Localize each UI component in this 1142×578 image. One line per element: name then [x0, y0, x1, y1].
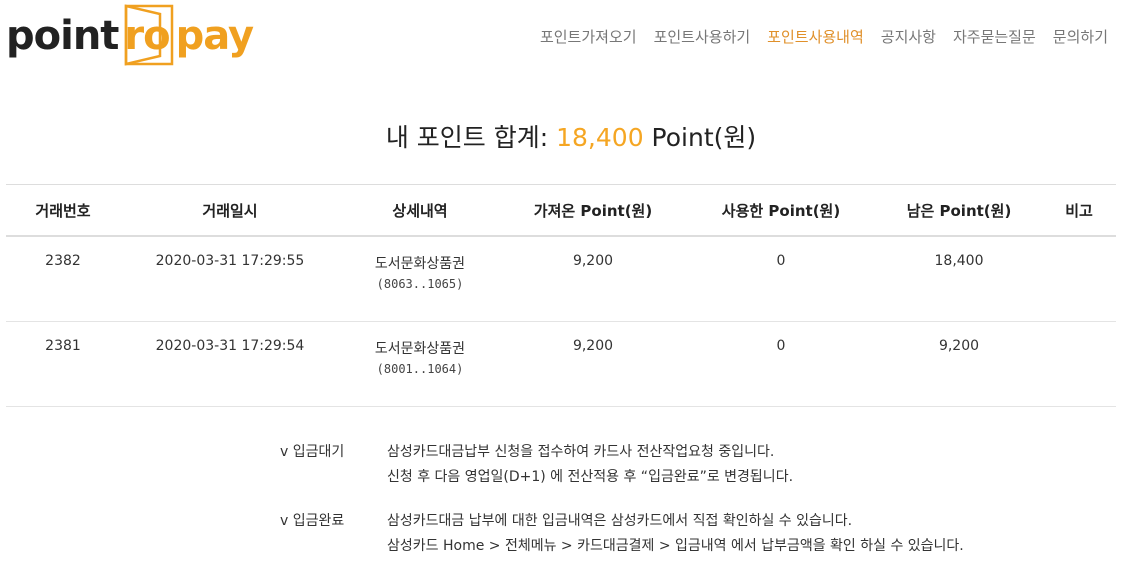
- cell-imported: 9,200: [500, 321, 686, 407]
- detail-name: 도서문화상품권: [374, 256, 466, 272]
- nav-usage-history[interactable]: 포인트사용내역: [767, 26, 864, 47]
- note-complete: v 입금완료 삼성카드대금 납부에 대한 입금내역은 삼성카드에서 직접 확인하…: [280, 509, 964, 559]
- cell-remaining: 9,200: [876, 321, 1042, 407]
- cell-id: 2381: [6, 321, 120, 407]
- note-pending-label: v 입금대기: [280, 444, 345, 460]
- col-header-used: 사용한 Point(원): [686, 184, 876, 237]
- note-pending-line: 신청 후 다음 영업일(D+1) 에 전산적용 후 “입금완료”로 변경됩니다.: [387, 469, 794, 485]
- pointropay-logo[interactable]: point ro pay: [6, 0, 254, 72]
- nav-faq[interactable]: 자주묻는질문: [953, 26, 1036, 47]
- cell-note: [1042, 321, 1116, 407]
- status-notes: v 입금대기 삼성카드대금납부 신청을 접수하여 카드사 전산작업요청 중입니다…: [280, 440, 964, 578]
- logo-door-icon: [125, 4, 174, 66]
- note-complete-line: 삼성카드대금 납부에 대한 입금내역은 삼성카드에서 직접 확인하실 수 있습니…: [387, 513, 853, 529]
- logo-text-pay: pay: [175, 13, 254, 59]
- cell-used: 0: [686, 321, 876, 407]
- table-header-row: 거래번호 거래일시 상세내역 가져온 Point(원) 사용한 Point(원)…: [6, 184, 1116, 237]
- nav-notices[interactable]: 공지사항: [881, 26, 936, 47]
- logo-text-point: point: [6, 13, 119, 59]
- cell-remaining: 18,400: [876, 236, 1042, 322]
- note-pending: v 입금대기 삼성카드대금납부 신청을 접수하여 카드사 전산작업요청 중입니다…: [280, 440, 964, 490]
- point-total-heading: 내 포인트 합계: 18,400 Point(원): [0, 118, 1142, 154]
- nav-contact[interactable]: 문의하기: [1053, 26, 1108, 47]
- cell-datetime: 2020-03-31 17:29:54: [120, 321, 340, 407]
- col-header-remaining: 남은 Point(원): [876, 184, 1042, 237]
- table-row: 2382 2020-03-31 17:29:55 도서문화상품권 (8063..1…: [6, 236, 1116, 322]
- col-header-datetime: 거래일시: [120, 184, 340, 237]
- detail-code: (8001..1064): [376, 362, 464, 376]
- nav-use-points[interactable]: 포인트사용하기: [654, 26, 751, 47]
- cell-detail: 도서문화상품권 (8001..1064): [340, 321, 500, 407]
- point-total-prefix: 내 포인트 합계:: [385, 123, 557, 152]
- main-nav: 포인트가져오기 포인트사용하기 포인트사용내역 공지사항 자주묻는질문 문의하기: [540, 26, 1108, 47]
- col-header-note: 비고: [1042, 184, 1116, 237]
- logo-text-ro: ro: [122, 4, 174, 66]
- cell-detail: 도서문화상품권 (8063..1065): [340, 236, 500, 322]
- cell-used: 0: [686, 236, 876, 322]
- point-total-suffix: Point(원): [643, 123, 757, 152]
- note-complete-label: v 입금완료: [280, 513, 345, 529]
- cell-imported: 9,200: [500, 236, 686, 322]
- point-total-amount: 18,400: [556, 123, 644, 152]
- cell-note: [1042, 236, 1116, 322]
- note-pending-line: 삼성카드대금납부 신청을 접수하여 카드사 전산작업요청 중입니다.: [387, 444, 775, 460]
- note-complete-line: 삼성카드 Home > 전체메뉴 > 카드대금결제 > 입금내역 에서 납부금액…: [387, 538, 964, 554]
- detail-code: (8063..1065): [376, 277, 464, 291]
- table-row: 2381 2020-03-31 17:29:54 도서문화상품권 (8001..1…: [6, 321, 1116, 407]
- col-header-detail: 상세내역: [340, 184, 500, 237]
- transaction-table: 거래번호 거래일시 상세내역 가져온 Point(원) 사용한 Point(원)…: [6, 184, 1116, 407]
- col-header-imported: 가져온 Point(원): [500, 184, 686, 237]
- cell-id: 2382: [6, 236, 120, 322]
- col-header-id: 거래번호: [6, 184, 120, 237]
- nav-import-points[interactable]: 포인트가져오기: [540, 26, 637, 47]
- cell-datetime: 2020-03-31 17:29:55: [120, 236, 340, 322]
- detail-name: 도서문화상품권: [374, 341, 466, 357]
